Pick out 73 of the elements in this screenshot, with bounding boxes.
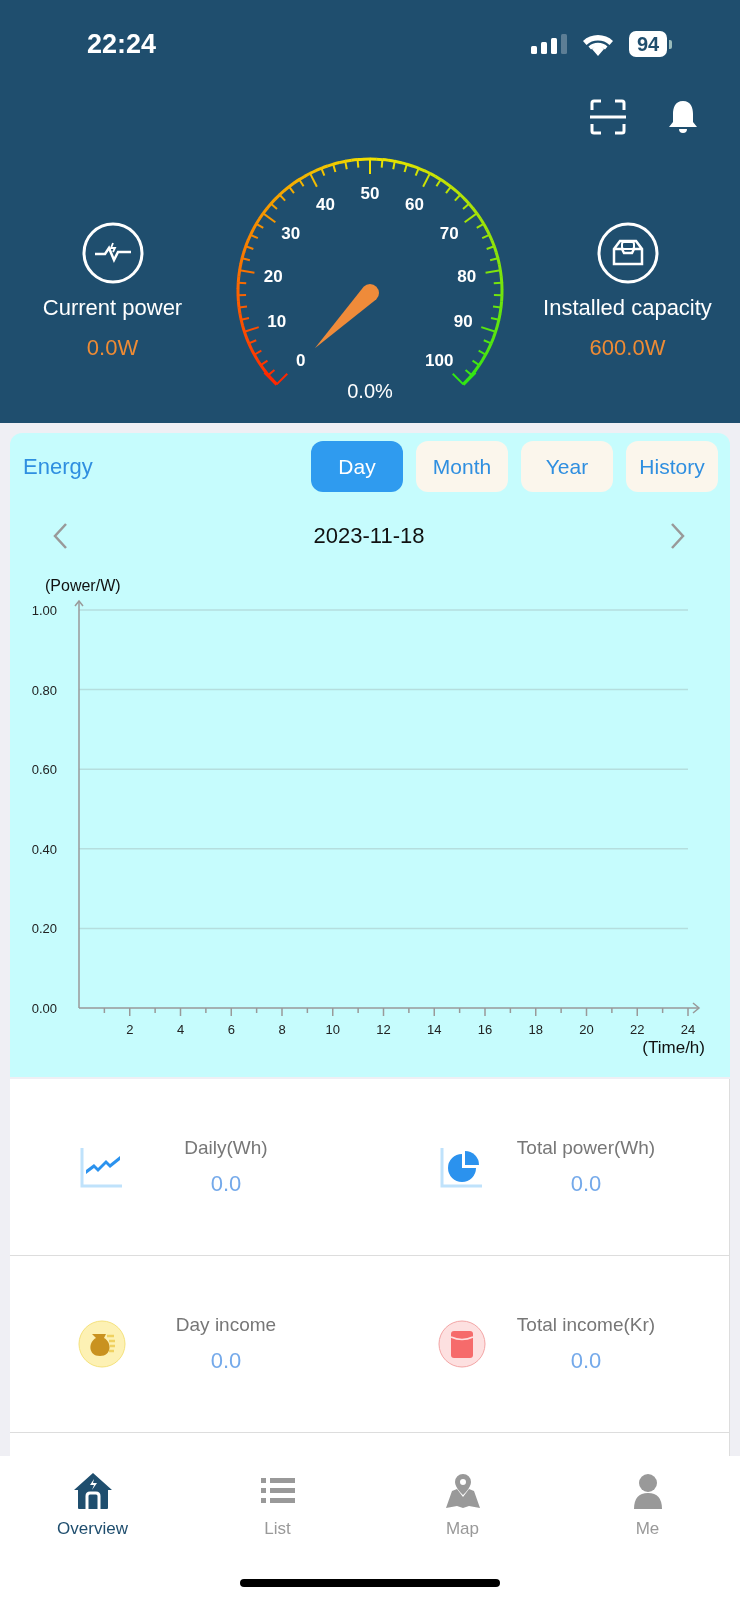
tick-label: 16: [477, 1022, 493, 1037]
stat-label: Day income: [175, 1314, 277, 1336]
stat-value: 0.0W: [86, 335, 139, 361]
gauge-needle: [314, 284, 379, 349]
tick-label: 18: [528, 1022, 543, 1037]
stat-value: 0.0: [570, 1348, 602, 1374]
gauge-label: 50: [360, 184, 380, 203]
nav-tab[interactable]: List: [185, 1456, 370, 1554]
stat-label: Daily(Wh): [184, 1137, 268, 1159]
gauge-reading: 0.0%: [347, 380, 393, 402]
tick-label: 0.40: [31, 841, 57, 857]
tick-label: 24: [680, 1022, 696, 1037]
stat-value: 0.0: [570, 1171, 602, 1197]
tray-icon: [595, 221, 660, 285]
stat-label: Total power(Wh): [516, 1137, 656, 1159]
stat-value: 0.0: [210, 1171, 242, 1197]
axis-title: (Time/h): [642, 1038, 705, 1057]
battery-indicator: 94: [629, 31, 668, 57]
nav-tab[interactable]: Overview: [0, 1456, 185, 1554]
gauge-label: 20: [263, 266, 283, 286]
tick-label: 0.00: [31, 1001, 57, 1016]
signal-icon: [531, 34, 567, 54]
house-icon: [72, 1472, 113, 1510]
chevron-right-icon[interactable]: [670, 522, 686, 550]
tick-label: 4: [176, 1022, 185, 1037]
tick-label: 0.60: [31, 762, 57, 778]
tick-label: 20: [579, 1022, 594, 1037]
status-time: 22:24: [87, 28, 158, 60]
gauge-label: 0: [295, 351, 306, 371]
gauge-label: 100: [425, 351, 454, 371]
tick-label: 6: [227, 1022, 235, 1037]
period-tab[interactable]: Month: [416, 441, 508, 492]
map-pin-icon: [445, 1473, 480, 1509]
person-icon: [631, 1473, 664, 1509]
tick-label: 12: [376, 1022, 391, 1037]
gauge-label: 90: [453, 312, 473, 332]
money-bag-icon: [78, 1320, 126, 1368]
chevron-left-icon[interactable]: [52, 522, 68, 550]
period-tab[interactable]: History: [626, 441, 718, 492]
gauge-label: 10: [267, 312, 287, 332]
bell-icon[interactable]: [666, 99, 700, 135]
stat-label: Current power: [42, 295, 183, 321]
stat-label: Installed capacity: [543, 295, 712, 321]
gauge-label: 40: [316, 194, 335, 214]
tick-label: 14: [427, 1022, 442, 1037]
stat-label: Total income(Kr): [516, 1314, 656, 1336]
stat-value: 600.0W: [589, 335, 666, 361]
envelope-icon: [438, 1320, 486, 1368]
nav-tab[interactable]: Me: [555, 1456, 740, 1554]
list-icon: [260, 1477, 295, 1505]
tick-label: 0.20: [31, 921, 57, 937]
stat-value: 0.0: [210, 1348, 242, 1374]
gauge-label: 60: [405, 194, 424, 214]
date-label: 2023-11-18: [313, 523, 425, 549]
gauge-label: 70: [439, 224, 459, 244]
tick-label: 1.00: [31, 603, 57, 618]
scan-icon[interactable]: [590, 99, 626, 135]
section-title: Energy: [23, 453, 94, 480]
wifi-icon: [581, 32, 615, 56]
line-chart-icon: [80, 1146, 124, 1188]
period-tab[interactable]: Year: [521, 441, 613, 492]
period-tab[interactable]: Day: [311, 441, 403, 492]
tick-label: 2: [126, 1022, 134, 1037]
axis-title: (Power/W): [45, 577, 121, 594]
tick-label: 0.80: [31, 682, 57, 698]
tick-label: 10: [325, 1022, 340, 1037]
pulse-icon: [80, 221, 145, 285]
tick-label: 22: [630, 1022, 645, 1037]
pie-chart-icon: [440, 1146, 484, 1188]
nav-tab[interactable]: Map: [370, 1456, 555, 1554]
gauge-label: 80: [457, 266, 477, 286]
gauge-label: 30: [281, 224, 301, 244]
tick-label: 8: [278, 1022, 286, 1037]
